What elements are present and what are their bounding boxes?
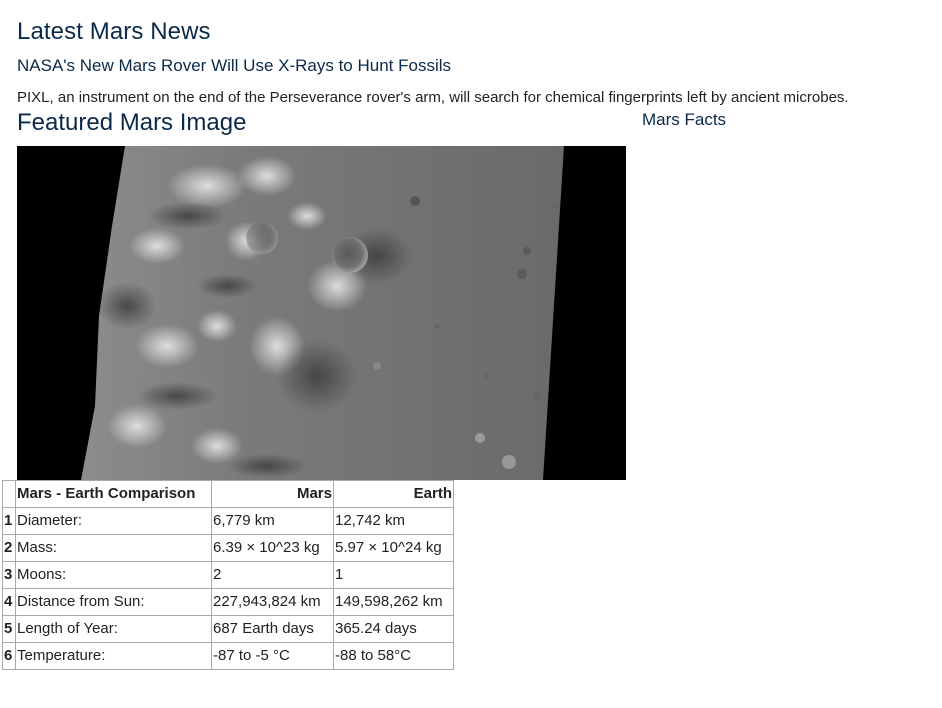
table-row: 3 Moons: 2 1 — [2, 561, 454, 589]
mars-facts-heading: Mars Facts — [642, 110, 727, 129]
news-article-title[interactable]: NASA's New Mars Rover Will Use X-Rays to… — [17, 56, 451, 76]
row-description: Temperature: — [15, 642, 212, 670]
row-earth-value: 365.24 days — [333, 615, 454, 643]
row-description: Length of Year: — [15, 615, 212, 643]
featured-image-heading: Featured Mars Image — [17, 109, 247, 136]
featured-mars-image[interactable] — [17, 146, 626, 480]
page: Latest Mars News NASA's New Mars Rover W… — [0, 0, 942, 708]
row-description: Mass: — [15, 534, 212, 562]
table-index-header — [2, 480, 16, 508]
row-mars-value: -87 to -5 °C — [211, 642, 334, 670]
row-index: 5 — [2, 615, 16, 643]
row-index: 1 — [2, 507, 16, 535]
table-row: 5 Length of Year: 687 Earth days 365.24 … — [2, 615, 454, 643]
row-description: Diameter: — [15, 507, 212, 535]
row-earth-value: 1 — [333, 561, 454, 589]
table-row: 4 Distance from Sun: 227,943,824 km 149,… — [2, 588, 454, 616]
table-row: 2 Mass: 6.39 × 10^23 kg 5.97 × 10^24 kg — [2, 534, 454, 562]
mars-terrain-image — [17, 146, 626, 480]
row-earth-value: 12,742 km — [333, 507, 454, 535]
row-earth-value: 149,598,262 km — [333, 588, 454, 616]
row-index: 4 — [2, 588, 16, 616]
mars-earth-comparison-table: Mars - Earth Comparison Mars Earth 1 Dia… — [2, 480, 454, 670]
row-mars-value: 227,943,824 km — [211, 588, 334, 616]
row-mars-value: 6,779 km — [211, 507, 334, 535]
row-description: Distance from Sun: — [15, 588, 212, 616]
column-header-earth: Earth — [333, 480, 454, 508]
table-row: 1 Diameter: 6,779 km 12,742 km — [2, 507, 454, 535]
table-row: 6 Temperature: -87 to -5 °C -88 to 58°C — [2, 642, 454, 670]
row-mars-value: 6.39 × 10^23 kg — [211, 534, 334, 562]
row-index: 3 — [2, 561, 16, 589]
row-mars-value: 2 — [211, 561, 334, 589]
row-index: 2 — [2, 534, 16, 562]
news-article-teaser: PIXL, an instrument on the end of the Pe… — [17, 89, 849, 106]
row-description: Moons: — [15, 561, 212, 589]
latest-news-heading: Latest Mars News — [17, 18, 211, 45]
row-earth-value: 5.97 × 10^24 kg — [333, 534, 454, 562]
column-header-comparison: Mars - Earth Comparison — [15, 480, 212, 508]
table-header-row: Mars - Earth Comparison Mars Earth — [2, 480, 454, 508]
row-mars-value: 687 Earth days — [211, 615, 334, 643]
row-earth-value: -88 to 58°C — [333, 642, 454, 670]
row-index: 6 — [2, 642, 16, 670]
column-header-mars: Mars — [211, 480, 334, 508]
